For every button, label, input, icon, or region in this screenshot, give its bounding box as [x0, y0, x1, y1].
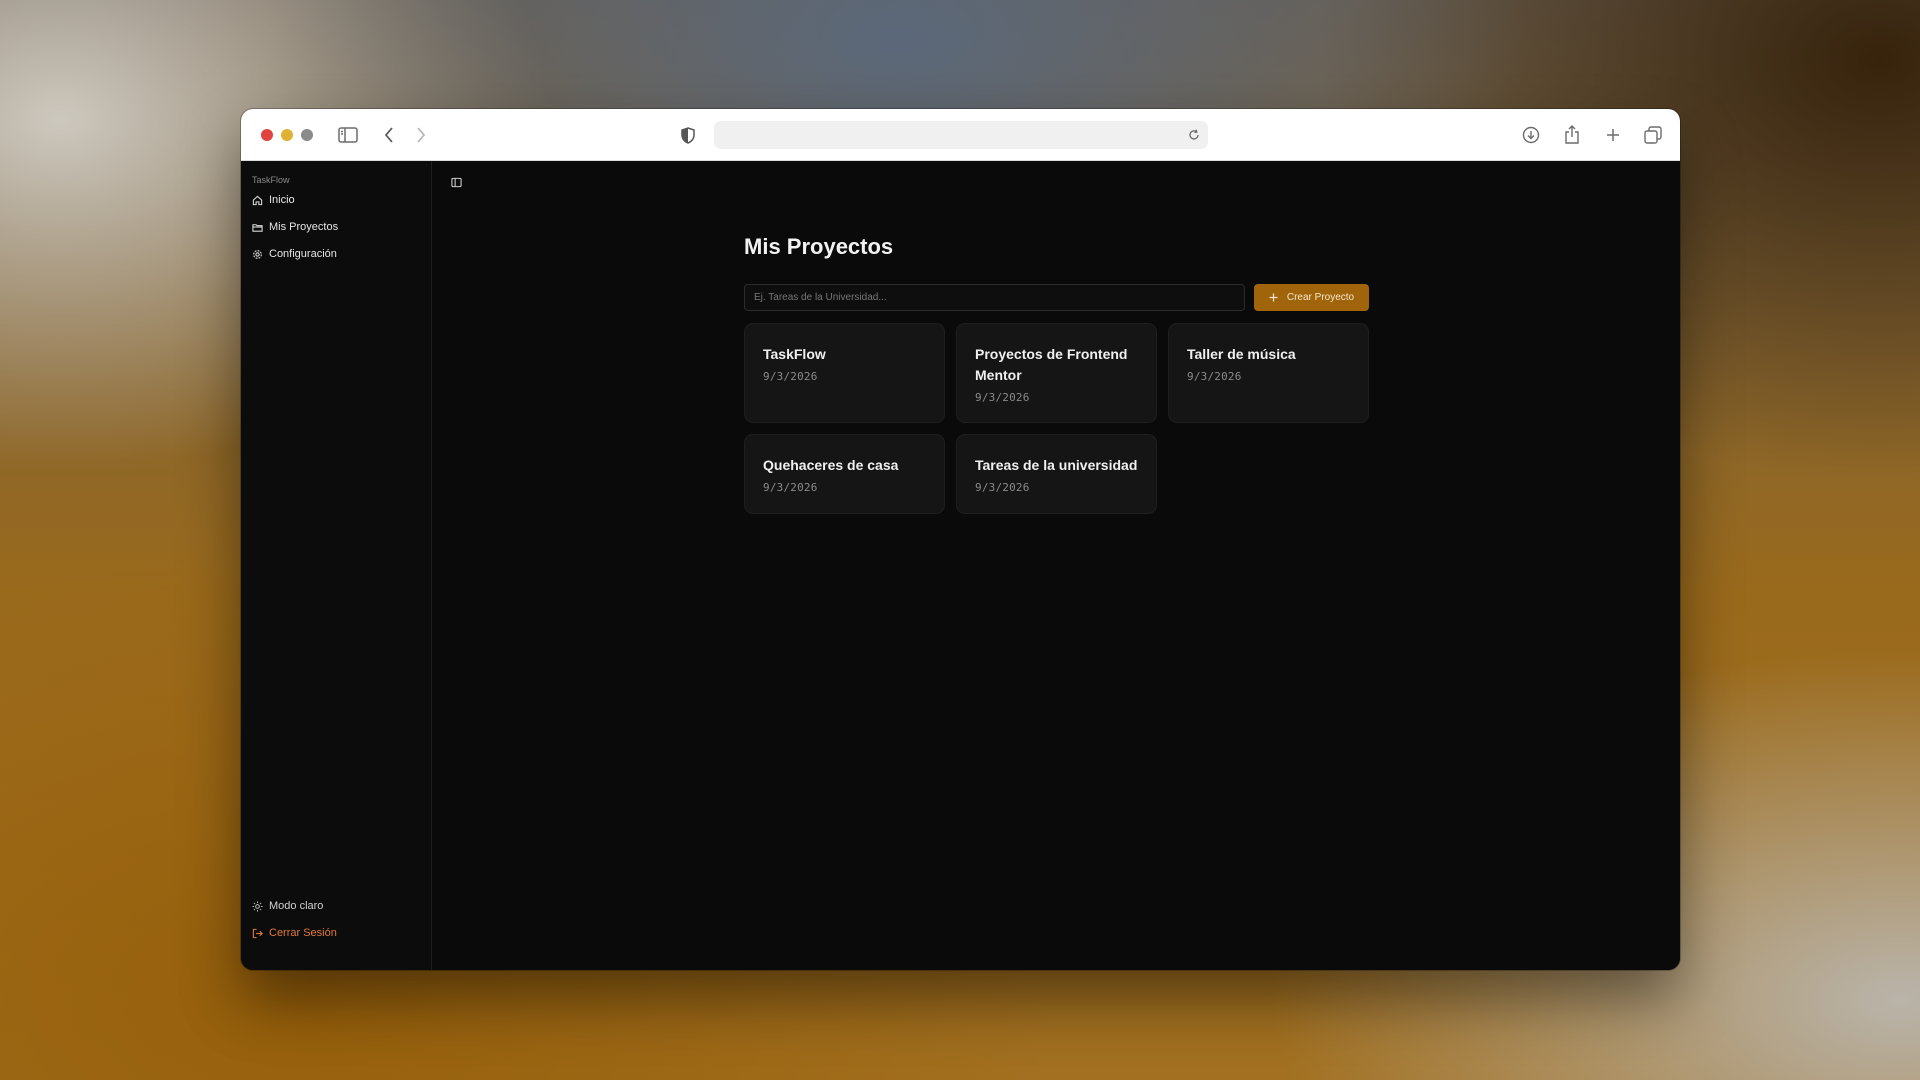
- project-card[interactable]: Quehaceres de casa 9/3/2026: [744, 434, 945, 514]
- shield-icon[interactable]: [679, 125, 697, 145]
- close-window-button[interactable]: [261, 129, 273, 141]
- sidebar-item-label: Configuración: [269, 248, 337, 260]
- logout-button[interactable]: Cerrar Sesión: [247, 921, 425, 945]
- project-card-title: Proyectos de Frontend Mentor: [975, 346, 1128, 383]
- plus-icon: [1269, 293, 1278, 302]
- brand-label: TaskFlow: [252, 175, 290, 185]
- project-card[interactable]: Tareas de la universidad 9/3/2026: [956, 434, 1157, 514]
- logout-icon: [252, 928, 263, 938]
- project-card[interactable]: Taller de música 9/3/2026: [1168, 323, 1369, 423]
- forward-icon[interactable]: [411, 124, 431, 146]
- browser-toolbar: [241, 109, 1680, 161]
- project-card-date: 9/3/2026: [763, 481, 818, 494]
- theme-toggle-button[interactable]: Modo claro: [247, 894, 425, 918]
- project-card-title: Quehaceres de casa: [763, 457, 899, 473]
- create-project-label: Crear Proyecto: [1286, 292, 1355, 303]
- project-card-title: Tareas de la universidad: [975, 457, 1138, 473]
- sidebar-item-label: Mis Proyectos: [269, 221, 339, 233]
- minimize-window-button[interactable]: [281, 129, 293, 141]
- browser-window: TaskFlow Inicio Mis Proyectos Configurac…: [241, 109, 1680, 970]
- sidebar-item-inicio[interactable]: Inicio: [247, 188, 425, 212]
- project-card-date: 9/3/2026: [763, 370, 818, 383]
- app-container: TaskFlow Inicio Mis Proyectos Configurac…: [241, 161, 1680, 970]
- tab-overview-icon[interactable]: [1642, 124, 1664, 146]
- gear-icon: [253, 249, 262, 259]
- theme-toggle-label: Modo claro: [269, 900, 324, 912]
- project-card-title: TaskFlow: [763, 346, 826, 362]
- download-icon[interactable]: [1520, 124, 1542, 146]
- main-content: Mis Proyectos Crear Proyecto TaskFlow 9/…: [432, 161, 1680, 970]
- share-icon[interactable]: [1561, 123, 1583, 145]
- collapse-sidebar-icon[interactable]: [449, 175, 463, 189]
- project-name-input[interactable]: [744, 284, 1245, 311]
- url-bar[interactable]: [714, 121, 1208, 149]
- project-card[interactable]: Proyectos de Frontend Mentor 9/3/2026: [956, 323, 1157, 423]
- project-card[interactable]: TaskFlow 9/3/2026: [744, 323, 945, 423]
- sidebar-item-mis-proyectos[interactable]: Mis Proyectos: [247, 215, 425, 239]
- back-icon[interactable]: [379, 124, 399, 146]
- sidebar-item-configuracion[interactable]: Configuración: [247, 242, 425, 266]
- new-tab-icon[interactable]: [1602, 124, 1624, 146]
- project-card-title: Taller de música: [1187, 346, 1296, 362]
- logout-label: Cerrar Sesión: [269, 927, 337, 939]
- sidebar: TaskFlow Inicio Mis Proyectos Configurac…: [241, 161, 432, 970]
- reload-icon[interactable]: [1186, 127, 1202, 143]
- home-icon: [252, 195, 263, 205]
- project-card-date: 9/3/2026: [1187, 370, 1242, 383]
- project-card-date: 9/3/2026: [975, 481, 1030, 494]
- create-project-button[interactable]: Crear Proyecto: [1254, 284, 1369, 311]
- project-card-date: 9/3/2026: [975, 391, 1030, 404]
- sidebar-item-label: Inicio: [269, 194, 295, 206]
- maximize-window-button[interactable]: [301, 129, 313, 141]
- sun-icon: [252, 900, 263, 912]
- sidebar-toggle-icon[interactable]: [337, 124, 359, 146]
- page-title: Mis Proyectos: [744, 234, 894, 259]
- folder-icon: [252, 223, 263, 232]
